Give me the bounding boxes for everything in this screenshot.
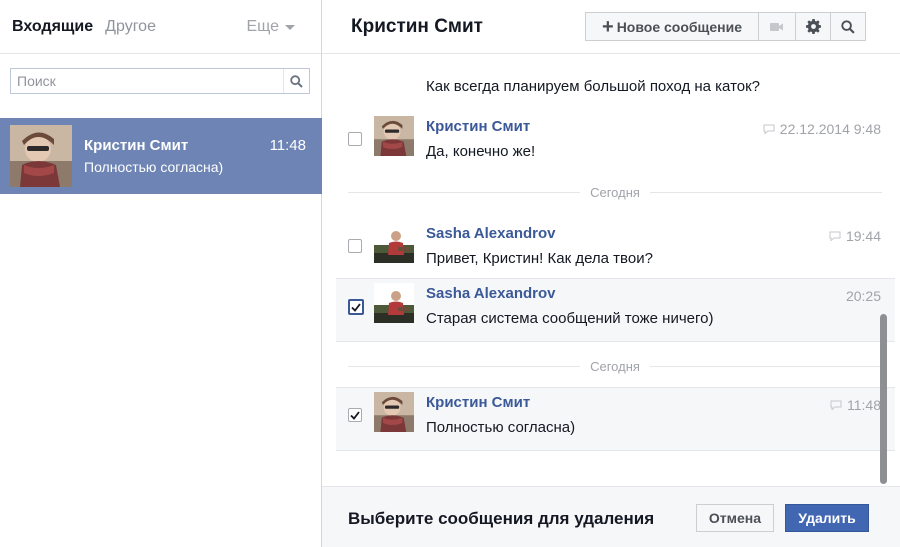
more-dropdown[interactable]: Еще xyxy=(246,18,295,36)
message-row[interactable]: Кристин Смит Да, конечно же! 22.12.2014 … xyxy=(336,112,895,176)
message-checkbox[interactable] xyxy=(348,408,362,422)
message-checkbox[interactable] xyxy=(348,239,362,253)
video-camera-icon xyxy=(770,22,783,31)
message-checkbox[interactable] xyxy=(348,299,364,315)
date-divider-label: Сегодня xyxy=(590,184,640,200)
tab-inbox[interactable]: Входящие xyxy=(12,18,93,36)
message-author[interactable]: Sasha Alexandrov xyxy=(426,285,556,302)
divider-line xyxy=(649,365,883,367)
scrollbar-thumb[interactable] xyxy=(880,314,887,484)
message-checkbox[interactable] xyxy=(348,132,362,146)
avatar xyxy=(374,116,414,156)
message-text: Старая система сообщений тоже ничего) xyxy=(426,310,714,327)
message-row[interactable]: Кристин Смит Полностью согласна) 11:48 xyxy=(336,387,895,451)
cancel-button[interactable]: Отмена xyxy=(696,504,774,532)
avatar xyxy=(374,392,414,432)
thread-sidebar: Входящие Другое Еще Поиск Кристин Смит 1… xyxy=(0,0,322,547)
thread-name: Кристин Смит xyxy=(84,137,189,154)
new-message-button[interactable]: + Новое сообщение xyxy=(585,12,759,41)
message-list: Как всегда планируем большой поход на ка… xyxy=(322,64,900,484)
message-timestamp: 19:44 xyxy=(829,228,881,244)
message-timestamp: 20:25 xyxy=(846,288,881,304)
search-box xyxy=(10,68,310,94)
search-area xyxy=(0,54,321,118)
settings-button[interactable] xyxy=(795,12,831,41)
reply-icon xyxy=(830,400,842,410)
plus-icon: + xyxy=(602,15,614,38)
message-time: 22.12.2014 9:48 xyxy=(779,121,881,137)
gear-icon xyxy=(805,19,821,34)
message-time: 11:48 xyxy=(847,397,881,413)
avatar xyxy=(374,223,414,263)
message-timestamp: 22.12.2014 9:48 xyxy=(763,121,881,137)
message-time: 19:44 xyxy=(845,228,881,244)
folder-tabs: Входящие Другое Еще xyxy=(0,0,321,54)
search-icon xyxy=(290,74,303,88)
chevron-down-icon xyxy=(285,25,295,30)
video-call-button[interactable] xyxy=(758,12,796,41)
thread-preview: Полностью согласна) xyxy=(84,159,224,175)
divider-line xyxy=(649,191,883,193)
search-input[interactable] xyxy=(11,69,283,93)
tab-other[interactable]: Другое xyxy=(105,18,156,36)
reply-icon xyxy=(763,124,775,134)
new-message-label: Новое сообщение xyxy=(616,18,742,35)
delete-footer: Выберите сообщения для удаления Отмена У… xyxy=(322,486,900,547)
avatar xyxy=(374,283,414,323)
conversation-title: Кристин Смит xyxy=(351,15,483,37)
thread-body: Кристин Смит 11:48 Полностью согласна) xyxy=(84,137,312,175)
message-text: Полностью согласна) xyxy=(426,419,576,436)
checkmark-icon xyxy=(351,302,361,312)
search-conversation-button[interactable] xyxy=(830,12,866,41)
search-button[interactable] xyxy=(283,69,309,93)
thread-item[interactable]: Кристин Смит 11:48 Полностью согласна) xyxy=(0,118,322,194)
avatar xyxy=(10,125,72,187)
message-text: Привет, Кристин! Как дела твои? xyxy=(426,250,653,267)
search-icon xyxy=(841,19,855,34)
thread-header: Кристин Смит 11:48 xyxy=(84,137,312,154)
message-text: Да, конечно же! xyxy=(426,143,536,160)
conversation-toolbar: + Новое сообщение xyxy=(585,12,866,41)
more-label: Еще xyxy=(246,17,279,35)
date-divider-label: Сегодня xyxy=(590,358,640,374)
date-divider: Сегодня xyxy=(348,182,883,202)
delete-button[interactable]: Удалить xyxy=(785,504,869,532)
message-time: 20:25 xyxy=(845,288,881,304)
conversation-panel: Кристин Смит + Новое сообщение Как всегд… xyxy=(322,0,900,547)
delete-prompt: Выберите сообщения для удаления xyxy=(348,509,655,528)
thread-time: 11:48 xyxy=(269,137,306,154)
message-timestamp: 11:48 xyxy=(830,397,881,413)
message-row[interactable]: Sasha Alexandrov Привет, Кристин! Как де… xyxy=(336,219,895,283)
message-author[interactable]: Кристин Смит xyxy=(426,118,530,135)
checkmark-icon xyxy=(350,410,360,420)
reply-icon xyxy=(829,231,841,241)
divider-line xyxy=(348,365,581,367)
message-text: Как всегда планируем большой поход на ка… xyxy=(426,78,761,95)
message-author[interactable]: Кристин Смит xyxy=(426,394,530,411)
message-author[interactable]: Sasha Alexandrov xyxy=(426,225,556,242)
message-row[interactable]: Sasha Alexandrov Старая система сообщени… xyxy=(336,278,895,342)
date-divider: Сегодня xyxy=(348,356,883,376)
divider-line xyxy=(348,191,581,193)
